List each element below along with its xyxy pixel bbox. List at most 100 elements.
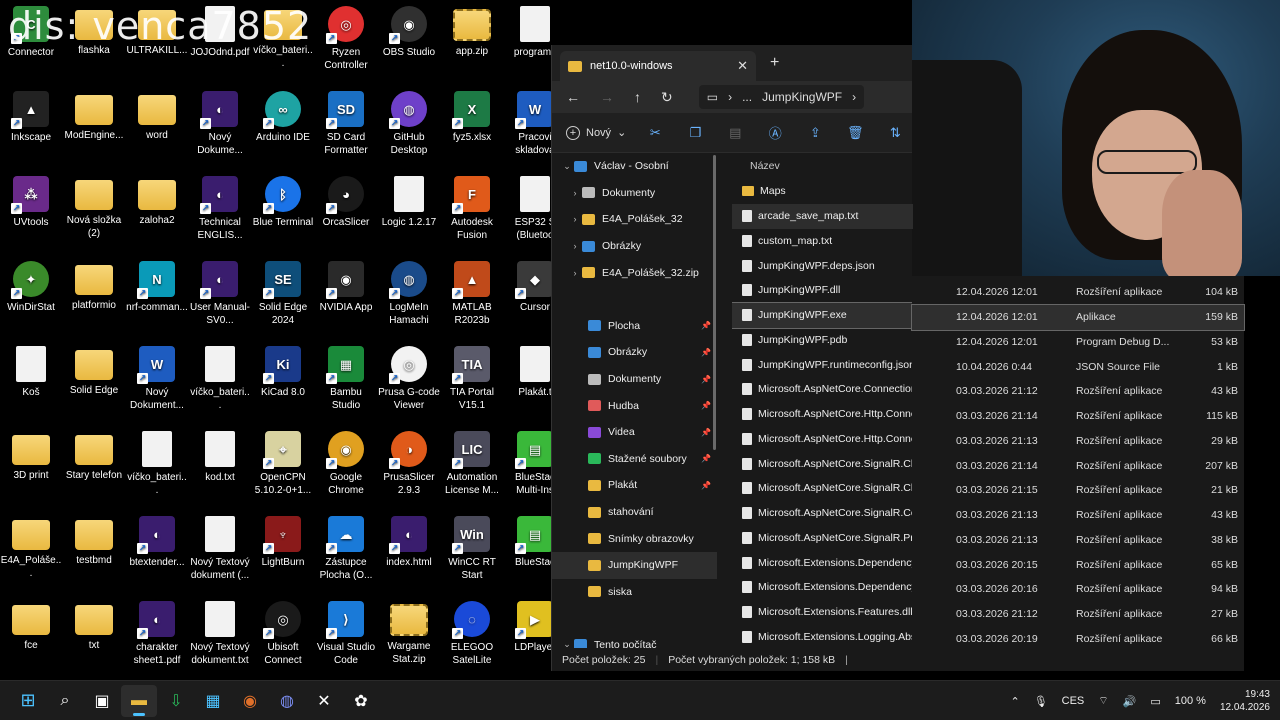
file-row[interactable]: Microsoft.AspNetCore.SignalR.Client.dll [732,476,913,501]
file-row-details[interactable]: 03.03.2026 20:16 Rozšíření aplikace 94 kB [912,577,1244,602]
nav-item[interactable]: Plakát 📌 [552,472,717,499]
close-tab-icon[interactable]: ✕ [737,58,748,74]
desktop-icon[interactable]: ✦ WinDirStat [0,261,62,314]
file-row[interactable]: JumpKingWPF.exe [732,301,913,329]
desktop-icon[interactable]: ◐ btextender... [126,516,188,569]
nav-item[interactable]: › Obrázky [552,233,717,260]
file-row[interactable]: Microsoft.Extensions.Features.dll [732,600,913,625]
battery-icon[interactable]: ▭ [1150,695,1160,708]
file-row[interactable]: Microsoft.AspNetCore.SignalR.Client.Cor.… [732,451,913,476]
desktop-icon[interactable]: ◐ Nový Dokume... [189,91,251,157]
file-row-details[interactable]: 03.03.2026 21:13 Rozšíření aplikace 43 kB [912,503,1244,528]
file-row[interactable]: arcade_save_map.txt [732,203,913,229]
desktop-icon[interactable]: ◉ OBS Studio [378,6,440,59]
desktop-icon[interactable]: SE Solid Edge 2024 [252,261,314,327]
file-row[interactable]: JumpKingWPF.pdb [732,328,913,353]
desktop-icon[interactable]: word [126,91,188,142]
nav-item[interactable]: Hudba 📌 [552,392,717,419]
desktop-icon[interactable]: platformio [63,261,125,312]
desktop-icon[interactable]: ◎ Ubisoft Connect [252,601,314,667]
file-row-details[interactable]: 03.03.2026 21:12 Rozšíření aplikace 27 kB [912,602,1244,627]
file-row-details[interactable]: 03.03.2026 20:19 Rozšíření aplikace 66 kB [912,627,1244,652]
desktop-icon[interactable]: ⁂ UVtools [0,176,62,229]
desktop-icon[interactable]: Xfyz5.xlsx [441,91,503,144]
expand-chevron-icon[interactable]: › [568,268,582,278]
cut-icon[interactable]: ✂ [644,125,666,141]
new-tab-icon[interactable]: + [770,54,779,72]
desktop-icon[interactable]: LIC Automation License M... [441,431,503,497]
file-row[interactable]: Microsoft.AspNetCore.SignalR.Protocols.J… [732,526,913,551]
file-row-details[interactable]: 03.03.2026 21:14 Rozšíření aplikace 207 kB [912,453,1244,478]
desktop-icon[interactable]: víčko_bateri... [189,346,251,412]
file-row-details[interactable]: 10.04.2026 0:44 JSON Source File 1 kB [912,354,1244,379]
desktop-icon[interactable]: ◐ charakter sheet1.pdf [126,601,188,667]
file-row[interactable]: JumpKingWPF.dll [732,278,913,303]
nav-item[interactable]: siska [552,579,717,606]
discord-icon[interactable]: ◍ [269,685,305,717]
desktop-icon[interactable]: E4A_Poláše... [0,516,62,580]
file-explorer-taskbar-icon[interactable]: ▬ [121,684,157,717]
copy-icon[interactable]: ❐ [684,125,706,141]
file-row[interactable]: Microsoft.AspNetCore.SignalR.Common... [732,501,913,526]
nav-item[interactable]: Snímky obrazovky [552,525,717,552]
nav-item[interactable]: Plocha 📌 [552,313,717,340]
file-row[interactable]: Microsoft.Extensions.DependencyInjectio.… [732,575,913,600]
file-row[interactable]: Microsoft.AspNetCore.Connections.Abstr..… [732,377,913,402]
share-icon[interactable]: ⇪ [804,125,826,141]
clock[interactable]: 19:43 12.04.2026 [1220,688,1270,714]
speaker-icon[interactable]: 🔊 [1123,695,1137,708]
paste-icon[interactable]: ▤ [724,125,746,141]
wifi-icon[interactable]: ⌔ [1098,694,1108,708]
desktop-icon[interactable]: Nový Textový dokument (... [189,516,251,582]
desktop-icon[interactable]: app.zip [441,6,503,58]
desktop-icon[interactable]: Nová složka (2) [63,176,125,240]
start-icon[interactable]: ⊞ [10,685,46,717]
desktop-icon[interactable]: SD SD Card Formatter [315,91,377,157]
microphone-icon[interactable]: 🎙 [1034,695,1048,708]
expand-chevron-icon[interactable]: › [568,241,582,251]
chevron-up-icon[interactable]: ⌃ [1010,695,1019,708]
desktop-icon[interactable]: ◉ NVIDIA App [315,261,377,314]
desktop-icon[interactable]: ◍ GitHub Desktop [378,91,440,157]
download-app-icon[interactable]: ⇩ [158,685,194,717]
refresh-icon[interactable]: ↻ [661,89,673,106]
desktop-icon[interactable]: W Nový Dokument... [126,346,188,412]
desktop-icon[interactable]: Wargame Stat.zip [378,601,440,666]
expand-chevron-icon[interactable]: › [568,188,582,198]
expand-chevron-icon[interactable]: ⌄ [560,161,574,172]
nav-item[interactable]: stahování [552,499,717,526]
delete-icon[interactable]: 🗑 [844,125,866,141]
desktop-icon[interactable]: fce [0,601,62,652]
file-row[interactable]: Maps [732,179,913,204]
desktop-icon[interactable]: Koš [0,346,62,399]
language-indicator[interactable]: CES [1062,695,1085,707]
file-row-details[interactable]: 03.03.2026 21:12 Rozšíření aplikace 43 kB [912,379,1244,404]
nav-item[interactable]: › Dokumenty [552,180,717,207]
desktop-icon[interactable]: ᛒ Blue Terminal [252,176,314,229]
breadcrumb-current[interactable]: JumpKingWPF [762,90,842,104]
file-row-details[interactable]: 12.04.2026 12:01 Rozšíření aplikace 104 kB [912,280,1244,305]
desktop-icon[interactable]: Stary telefon [63,431,125,482]
file-row-details[interactable]: 03.03.2026 21:15 Rozšíření aplikace 21 kB [912,478,1244,503]
file-row[interactable]: JumpKingWPF.deps.json [732,253,913,278]
column-header-name[interactable]: Název [732,153,913,179]
desktop-icon[interactable]: ◕ OrcaSlicer [315,176,377,229]
desktop-icon[interactable]: ∞ Arduino IDE [252,91,314,144]
desktop-icon[interactable]: txt [63,601,125,652]
up-arrow-icon[interactable]: ↑ [634,89,641,105]
desktop-icon[interactable]: JOJOdnd.pdf [189,6,251,59]
desktop-icon[interactable]: flashka [63,6,125,57]
file-row-details[interactable]: 03.03.2026 21:14 Rozšíření aplikace 115 kB [912,404,1244,429]
new-button[interactable]: + Nový ⌄ [566,125,626,140]
breadcrumb-ellipsis[interactable]: ... [742,90,752,104]
desktop-icon[interactable]: Win WinCC RT Start [441,516,503,582]
file-row[interactable]: Microsoft.AspNetCore.Http.Connections... [732,427,913,452]
desktop-icon[interactable]: víčko_bateri... [252,6,314,70]
expand-chevron-icon[interactable]: ⌄ [560,639,574,648]
nav-item[interactable]: Obrázky 📌 [552,339,717,366]
file-row-details[interactable]: 12.04.2026 12:01 Program Debug D... 53 kB [912,330,1244,355]
search-icon[interactable]: ⌕ [47,685,83,717]
desktop-icon[interactable]: ◎ Prusa G-code Viewer [378,346,440,412]
desktop-icon[interactable]: víčko_bateri... [126,431,188,497]
firefox-icon[interactable]: ◉ [232,685,268,717]
